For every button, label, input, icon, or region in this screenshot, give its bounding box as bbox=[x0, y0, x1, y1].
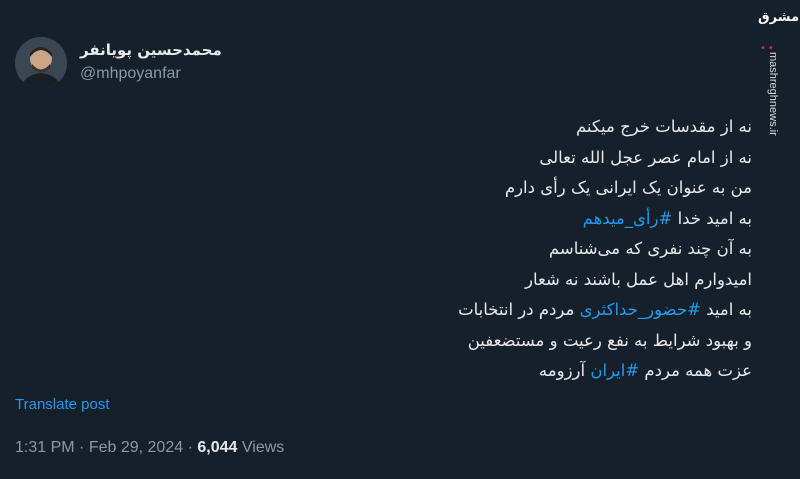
post-date[interactable]: Feb 29, 2024 bbox=[89, 439, 183, 456]
views-label: Views bbox=[241, 439, 285, 456]
meta-separator: · bbox=[187, 439, 193, 456]
tweet-line: عزت همه مردم #ایران آرزومه bbox=[458, 356, 752, 387]
user-handle[interactable]: @mhpoyanfar bbox=[80, 65, 222, 83]
tweet-line-text: به امید bbox=[706, 300, 752, 319]
tweet-line: و بهبود شرایط به نفع رعیت و مستضعفین bbox=[458, 326, 752, 357]
hashtag-link[interactable]: #رأی_میدهم bbox=[583, 209, 673, 228]
watermark: مشرق •• mashreghnews.ir bbox=[752, 0, 800, 140]
watermark-logo: مشرق bbox=[758, 10, 799, 25]
avatar[interactable] bbox=[15, 37, 67, 89]
tweet-line: من به عنوان یک ایرانی یک رأی دارم bbox=[458, 173, 752, 204]
tweet-line-text: مردم در انتخابات bbox=[458, 300, 575, 319]
tweet-line-text: امیدوارم اهل عمل باشند نه شعار bbox=[525, 269, 752, 289]
tweet-line-text: عزت همه مردم bbox=[644, 361, 752, 380]
tweet-line-text: و بهبود شرایط به نفع رعیت و مستضعفین bbox=[467, 330, 752, 350]
views-count: 6,044 bbox=[197, 439, 238, 456]
tweet-line: نه از امام عصر عجل الله تعالی bbox=[458, 143, 752, 174]
tweet-line: به آن چند نفری که می‌شناسم bbox=[458, 234, 752, 265]
tweet-line-text: من به عنوان یک ایرانی یک رأی دارم bbox=[504, 178, 752, 197]
tweet-line-text: آرزومه bbox=[538, 361, 586, 380]
tweet-card: محمدحسین پویانفر @mhpoyanfar مشرق •• mas… bbox=[0, 0, 800, 479]
meta-separator: · bbox=[79, 439, 85, 456]
author-block: محمدحسین پویانفر @mhpoyanfar bbox=[80, 41, 222, 83]
tweet-line: نه از مقدسات خرج میکنم bbox=[458, 112, 752, 143]
avatar-photo-icon bbox=[15, 37, 67, 89]
post-time[interactable]: 1:31 PM bbox=[15, 439, 75, 456]
display-name[interactable]: محمدحسین پویانفر bbox=[80, 41, 222, 59]
tweet-line-text: نه از امام عصر عجل الله تعالی bbox=[539, 147, 752, 167]
tweet-line-text: به آن چند نفری که می‌شناسم bbox=[548, 239, 752, 258]
tweet-line: به امید خدا #رأی_میدهم bbox=[458, 204, 752, 235]
tweet-line: امیدوارم اهل عمل باشند نه شعار bbox=[458, 265, 752, 296]
tweet-line: به امید #حضور_حداکثری مردم در انتخابات bbox=[458, 295, 752, 326]
watermark-site: mashreghnews.ir bbox=[767, 52, 779, 136]
tweet-line-text: به امید خدا bbox=[677, 208, 752, 228]
post-metadata: 1:31 PM · Feb 29, 2024 · 6,044 Views bbox=[15, 439, 284, 457]
tweet-line-text: نه از مقدسات خرج میکنم bbox=[575, 117, 752, 136]
tweet-text: نه از مقدسات خرج میکنم نه از امام عصر عج… bbox=[458, 112, 752, 387]
hashtag-link[interactable]: #ایران bbox=[590, 361, 639, 380]
hashtag-link[interactable]: #حضور_حداکثری bbox=[580, 300, 701, 319]
translate-post-link[interactable]: Translate post bbox=[15, 396, 110, 413]
